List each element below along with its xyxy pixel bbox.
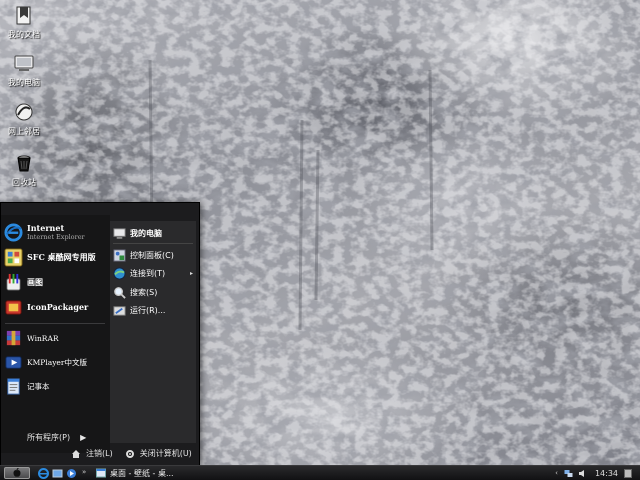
menu-separator bbox=[5, 323, 105, 324]
my-documents-icon bbox=[16, 6, 31, 25]
menu-item-internet[interactable]: Internet Internet Explorer bbox=[4, 221, 110, 243]
desktop-icon-recycle-bin[interactable]: 回收站 bbox=[2, 152, 46, 188]
iconpackager-icon bbox=[5, 299, 22, 315]
menu-item-label: WinRAR bbox=[27, 333, 59, 343]
my-computer-icon bbox=[113, 227, 126, 239]
menu-item-paint[interactable]: 画图 bbox=[4, 271, 110, 293]
menu-item-label: 画图 bbox=[27, 276, 43, 287]
winrar-icon bbox=[6, 330, 21, 345]
apple-logo-icon bbox=[13, 468, 21, 477]
chevron-left-icon[interactable]: ‹ bbox=[555, 469, 558, 477]
kmplayer-icon bbox=[5, 355, 22, 369]
desktop-icon[interactable] bbox=[52, 468, 63, 479]
start-menu-right-panel: 我的电脑 控制面板(C) 连接到(T) ▸ 搜索(S) 运行(R)... bbox=[110, 221, 196, 443]
menu-item-label: 记事本 bbox=[27, 381, 50, 391]
menu-item-winrar[interactable]: WinRAR bbox=[4, 327, 110, 349]
desktop-icon-label: 我的文档 bbox=[8, 30, 40, 39]
internet-explorer-icon bbox=[4, 222, 23, 242]
shutdown-button[interactable]: 关闭计算机(U) bbox=[125, 448, 192, 459]
menu-item-label: 我的电脑 bbox=[130, 228, 162, 238]
menu-item-label: IconPackager bbox=[27, 302, 89, 312]
menu-item-label: SFC 桌酷网专用版 bbox=[27, 251, 96, 262]
menu-item-label: 连接到(T) bbox=[130, 268, 166, 278]
notepad-icon bbox=[7, 377, 20, 395]
start-button[interactable] bbox=[4, 467, 30, 479]
menu-item-search[interactable]: 搜索(S) bbox=[113, 284, 193, 300]
menu-item-notepad[interactable]: 记事本 bbox=[4, 375, 110, 397]
desktop-icon-network-places[interactable]: 网上邻居 bbox=[2, 101, 46, 137]
all-programs-button[interactable]: 所有程序(P) ▶ bbox=[27, 432, 86, 443]
desktop-icon-label: 网上邻居 bbox=[8, 127, 40, 136]
connect-to-icon bbox=[113, 266, 126, 280]
internet-explorer-icon[interactable] bbox=[38, 468, 49, 479]
menu-item-sublabel: Internet Explorer bbox=[27, 233, 85, 241]
menu-item-label: Internet bbox=[27, 223, 65, 233]
gear-icon bbox=[125, 449, 134, 458]
desktop-icon-label: 我的电脑 bbox=[8, 78, 40, 87]
menu-item-label: 控制面板(C) bbox=[130, 250, 174, 260]
system-tray: ‹ 14:34 bbox=[540, 466, 640, 480]
menu-item-connect-to[interactable]: 连接到(T) ▸ bbox=[113, 265, 193, 281]
shutdown-label: 关闭计算机(U) bbox=[139, 449, 192, 458]
browser-window-icon bbox=[96, 468, 106, 478]
volume-tray-icon[interactable] bbox=[578, 469, 587, 478]
start-menu: Internet Internet Explorer SFC 桌酷网专用版 画图… bbox=[0, 202, 200, 466]
taskbar: » 桌面 - 壁纸 - 桌... ‹ 14:34 bbox=[0, 465, 640, 480]
desktop-icon-my-computer[interactable]: 我的电脑 bbox=[2, 52, 46, 88]
taskbar-window-button[interactable]: 桌面 - 壁纸 - 桌... bbox=[96, 467, 190, 479]
menu-item-kmplayer[interactable]: KMPlayer中文版 bbox=[4, 351, 110, 373]
desktop-icon-my-documents[interactable]: 我的文档 bbox=[2, 4, 46, 40]
network-tray-icon[interactable] bbox=[564, 469, 573, 478]
menu-item-iconpackager[interactable]: IconPackager bbox=[4, 296, 110, 318]
run-icon bbox=[113, 305, 126, 316]
menu-item-run[interactable]: 运行(R)... bbox=[113, 302, 193, 318]
network-places-icon bbox=[15, 103, 33, 121]
arrow-right-icon: ▶ bbox=[80, 433, 87, 442]
submenu-arrow-icon: ▸ bbox=[189, 269, 193, 277]
sfc-icon bbox=[4, 247, 23, 267]
clock[interactable]: 14:34 bbox=[595, 469, 618, 478]
menu-item-label: KMPlayer中文版 bbox=[27, 357, 87, 367]
menu-separator bbox=[113, 243, 193, 244]
menu-item-control-panel[interactable]: 控制面板(C) bbox=[113, 247, 193, 263]
search-icon bbox=[114, 286, 126, 299]
menu-item-label: 搜索(S) bbox=[130, 287, 158, 297]
desktop-icon-label: 回收站 bbox=[12, 178, 36, 187]
recycle-bin-icon bbox=[17, 155, 31, 172]
menu-item-label: 运行(R)... bbox=[130, 305, 166, 315]
control-panel-icon bbox=[113, 248, 126, 262]
start-menu-footer: 注销(L) 关闭计算机(U) bbox=[71, 448, 204, 459]
home-icon bbox=[72, 449, 80, 458]
menu-item-my-computer[interactable]: 我的电脑 bbox=[113, 225, 193, 241]
menu-item-sfc[interactable]: SFC 桌酷网专用版 bbox=[4, 246, 110, 268]
media-icon[interactable] bbox=[66, 468, 77, 479]
start-menu-left-panel: Internet Internet Explorer SFC 桌酷网专用版 画图… bbox=[1, 215, 110, 453]
my-computer-icon bbox=[14, 55, 34, 71]
show-desktop-icon[interactable] bbox=[624, 468, 632, 478]
quick-launch-expand[interactable]: » bbox=[82, 468, 86, 476]
all-programs-label: 所有程序(P) bbox=[27, 433, 71, 442]
logoff-label: 注销(L) bbox=[86, 449, 113, 458]
paint-icon bbox=[6, 273, 21, 291]
taskbar-window-title: 桌面 - 壁纸 - 桌... bbox=[110, 468, 174, 478]
logoff-button[interactable]: 注销(L) bbox=[71, 448, 113, 459]
